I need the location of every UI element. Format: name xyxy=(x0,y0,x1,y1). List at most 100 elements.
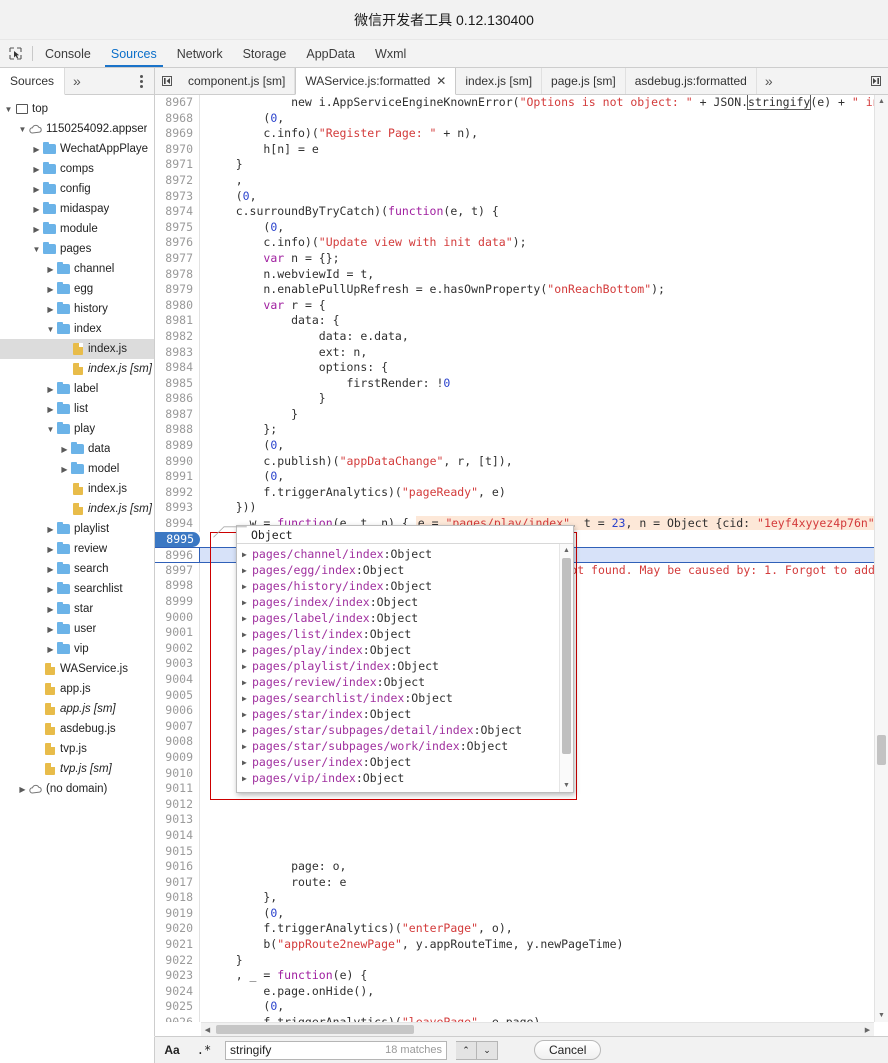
line-number[interactable]: 8993 xyxy=(155,500,200,517)
line-number[interactable]: 8974 xyxy=(155,204,200,220)
line-number[interactable]: 8970 xyxy=(155,141,200,158)
line-number[interactable]: 9010 xyxy=(155,765,200,782)
tree-item-app-js-sm[interactable]: app.js [sm] xyxy=(0,699,154,719)
chevron-right-icon[interactable]: ▶ xyxy=(242,566,252,575)
code-line[interactable]: 8984 options: { xyxy=(155,360,874,376)
code-line-text[interactable]: c.info)("Update view with init data"); xyxy=(200,235,874,251)
object-property-row[interactable]: ▶ pages/egg/index: Object xyxy=(237,562,573,578)
chevron-right-icon[interactable]: ▶ xyxy=(45,565,56,574)
tree-item-play[interactable]: ▼ play xyxy=(0,419,154,439)
inspect-cursor-icon[interactable] xyxy=(0,40,30,67)
code-line-text[interactable]: n.webviewId = t, xyxy=(200,267,874,283)
chevron-right-icon[interactable]: ▶ xyxy=(242,614,252,623)
object-property-row[interactable]: ▶ pages/label/index: Object xyxy=(237,610,573,626)
line-number[interactable]: 8982 xyxy=(155,328,200,345)
tabs-scroll-right-icon[interactable] xyxy=(864,68,888,94)
file-tab-page-js[interactable]: page.js [sm] xyxy=(542,68,626,94)
code-line[interactable]: 9018 }, xyxy=(155,890,874,906)
code-line[interactable]: 8986 } xyxy=(155,391,874,407)
line-number[interactable]: 9019 xyxy=(155,905,200,922)
file-tab-index-js[interactable]: index.js [sm] xyxy=(456,68,543,94)
line-number[interactable]: 8968 xyxy=(155,110,200,127)
tree-item-history[interactable]: ▶ history xyxy=(0,299,154,319)
code-line[interactable]: 8981 data: { xyxy=(155,313,874,329)
code-line-text[interactable]: new i.AppServiceEngineKnownError("Option… xyxy=(200,95,874,111)
object-property-row[interactable]: ▶ pages/channel/index: Object xyxy=(237,546,573,562)
object-property-row[interactable]: ▶ pages/searchlist/index: Object xyxy=(237,690,573,706)
line-number[interactable]: 8995 xyxy=(155,531,200,548)
tree-item-search[interactable]: ▶ search xyxy=(0,559,154,579)
object-property-row[interactable]: ▶ pages/star/index: Object xyxy=(237,706,573,722)
code-line-text[interactable]: f.triggerAnalytics)("leavePage", e.page) xyxy=(200,1015,874,1022)
scroll-right-arrow-icon[interactable]: ▶ xyxy=(861,1023,874,1036)
chevron-right-icon[interactable]: ▶ xyxy=(242,758,252,767)
devtools-tab-wxml[interactable]: Wxml xyxy=(365,40,416,67)
chevron-down-icon[interactable]: ▼ xyxy=(45,425,56,434)
line-number[interactable]: 9005 xyxy=(155,687,200,704)
chevron-right-icon[interactable]: ▶ xyxy=(242,582,252,591)
editor-horizontal-scrollbar[interactable]: ◀ ▶ xyxy=(201,1022,874,1036)
code-line-text[interactable]: (0, xyxy=(200,906,874,922)
line-number[interactable]: 8972 xyxy=(155,172,200,189)
chevron-right-icon[interactable]: ▶ xyxy=(242,678,252,687)
code-line-text[interactable]: } xyxy=(200,391,874,407)
tree-item-channel[interactable]: ▶ channel xyxy=(0,259,154,279)
chevron-right-icon[interactable]: ▶ xyxy=(31,165,42,174)
tree-item-index-js[interactable]: index.js xyxy=(0,479,154,499)
chevron-down-icon[interactable]: ▼ xyxy=(3,105,14,114)
code-line-text[interactable]: (0, xyxy=(200,189,874,205)
tree-item-top[interactable]: ▼ top xyxy=(0,99,154,119)
h-scroll-thumb[interactable] xyxy=(216,1025,414,1034)
tree-item-pages[interactable]: ▼ pages xyxy=(0,239,154,259)
object-property-row[interactable]: ▶ pages/user/index: Object xyxy=(237,754,573,770)
tabs-scroll-left-icon[interactable] xyxy=(155,68,179,94)
line-number[interactable]: 8988 xyxy=(155,422,200,439)
line-number[interactable]: 9018 xyxy=(155,890,200,906)
tree-item-wechatappplaye[interactable]: ▶ WechatAppPlaye xyxy=(0,139,154,159)
line-number[interactable]: 9012 xyxy=(155,796,200,813)
tree-item-review[interactable]: ▶ review xyxy=(0,539,154,559)
code-line-text[interactable]: (0, xyxy=(200,438,874,454)
chevron-down-icon[interactable]: ▼ xyxy=(45,325,56,334)
line-number[interactable]: 8986 xyxy=(155,391,200,407)
code-line[interactable]: 8980 var r = { xyxy=(155,297,874,314)
chevron-right-icon[interactable]: ▶ xyxy=(45,585,56,594)
match-case-button[interactable]: Aa xyxy=(161,1043,183,1057)
object-property-list[interactable]: ▶ pages/channel/index: Object ▶ pages/egg/i… xyxy=(237,544,573,792)
line-number[interactable]: 9014 xyxy=(155,827,200,844)
code-line[interactable]: 8982 data: e.data, xyxy=(155,328,874,345)
code-line[interactable]: 9025 (0, xyxy=(155,999,874,1016)
code-line-text[interactable]: (0, xyxy=(200,111,874,127)
close-icon[interactable]: ✕ xyxy=(436,74,446,88)
code-line[interactable]: 8990 c.publish)("appDataChange", r, [t])… xyxy=(155,453,874,470)
tab-overflow-chevron-icon[interactable]: » xyxy=(757,68,781,94)
code-line[interactable]: 8975 (0, xyxy=(155,219,874,236)
find-next-button[interactable]: ⌄ xyxy=(477,1040,498,1060)
code-line-text[interactable]: f.triggerAnalytics)("pageReady", e) xyxy=(200,485,874,501)
code-line-text[interactable]: } xyxy=(200,407,874,423)
chevron-right-icon[interactable]: ▶ xyxy=(31,145,42,154)
code-line-text[interactable]: , xyxy=(200,173,874,189)
code-line[interactable]: 8972 , xyxy=(155,172,874,189)
code-line-text[interactable]: (0, xyxy=(200,469,874,485)
chevron-right-icon[interactable]: ▶ xyxy=(242,742,252,751)
code-line[interactable]: 8967 new i.AppServiceEngineKnownError("O… xyxy=(155,95,874,111)
tree-item-data[interactable]: ▶ data xyxy=(0,439,154,459)
tree-item-module[interactable]: ▶ module xyxy=(0,219,154,239)
code-line-text[interactable] xyxy=(200,828,874,844)
chevron-right-icon[interactable]: ▶ xyxy=(45,525,56,534)
file-navigator-tree[interactable]: ▼ top ▼ 1150254092.appser ▶ WechatAppPlaye ▶ co… xyxy=(0,95,155,1036)
tree-item-model[interactable]: ▶ model xyxy=(0,459,154,479)
line-number[interactable]: 9015 xyxy=(155,843,200,860)
line-number[interactable]: 8989 xyxy=(155,438,200,454)
object-popup-scrollbar[interactable]: ▲ ▼ xyxy=(559,544,573,792)
code-line[interactable]: 9016 page: o, xyxy=(155,859,874,875)
line-number[interactable]: 9020 xyxy=(155,921,200,938)
code-line-text[interactable]: firstRender: !0 xyxy=(200,376,874,392)
line-number[interactable]: 8990 xyxy=(155,453,200,470)
regex-button[interactable]: .* xyxy=(193,1043,215,1057)
code-line[interactable]: 8989 (0, xyxy=(155,438,874,454)
code-line[interactable]: 8976 c.info)("Update view with init data… xyxy=(155,235,874,251)
line-number[interactable]: 8992 xyxy=(155,484,200,501)
code-line-text[interactable]: c.info)("Register Page: " + n), xyxy=(200,126,874,142)
